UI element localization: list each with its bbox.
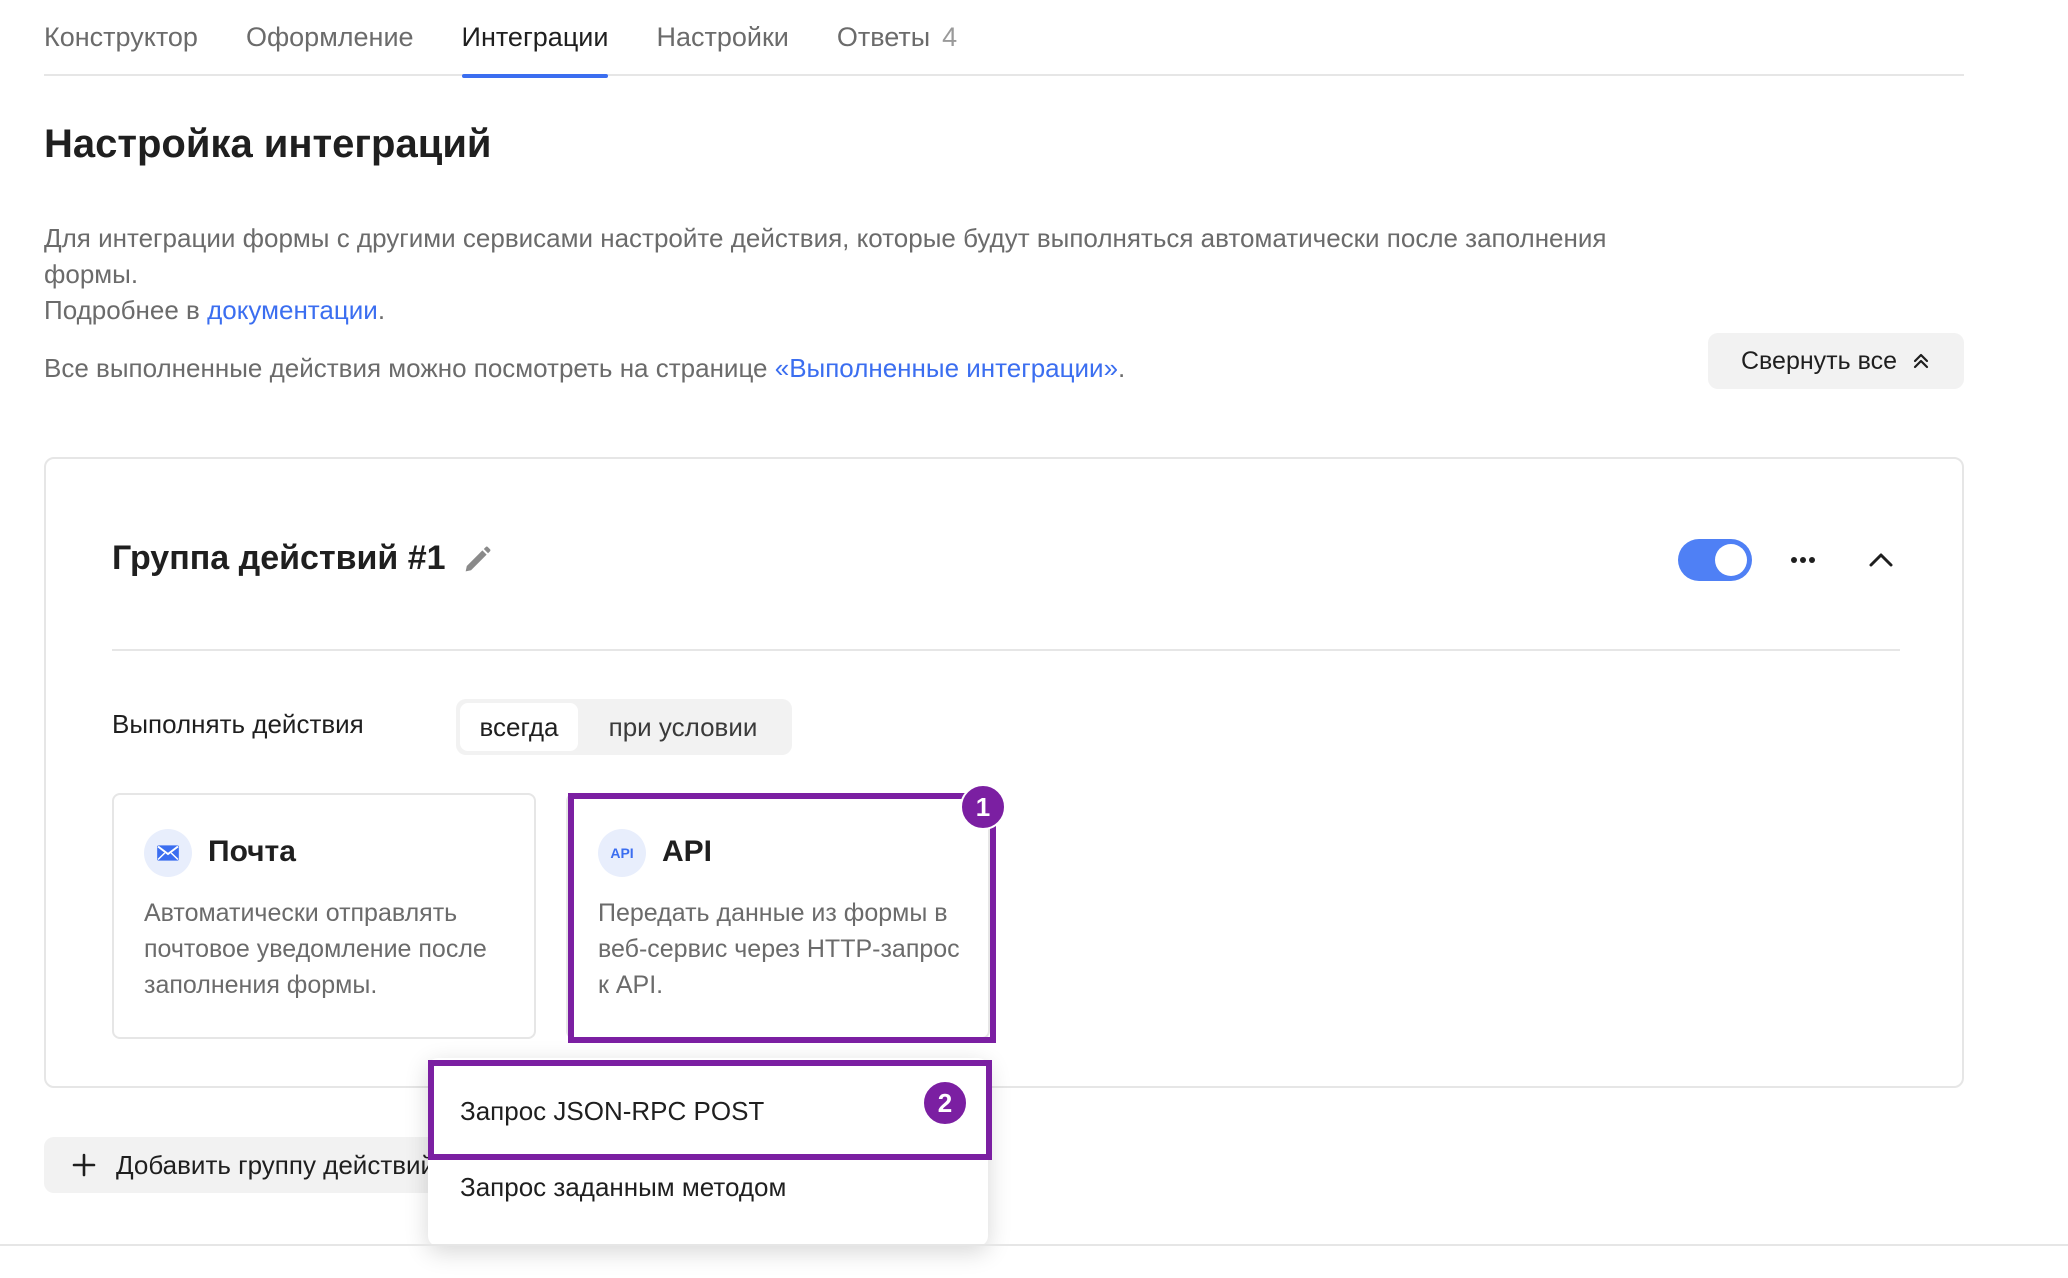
group-divider xyxy=(112,649,1900,651)
action-card-title: Почта xyxy=(208,835,296,868)
documentation-prefix: Подробнее в xyxy=(44,295,208,325)
action-group-card: Группа действий #1 Выполнять действия вс… xyxy=(44,457,1964,1088)
executed-suffix: . xyxy=(1118,353,1126,383)
action-card-mail[interactable]: Почта Автоматически отправлять почтовое … xyxy=(112,793,536,1039)
integrations-page: Конструктор Оформление Интеграции Настро… xyxy=(0,0,2068,1278)
run-mode-always[interactable]: всегда xyxy=(460,703,578,751)
add-group-label: Добавить группу действий xyxy=(116,1149,436,1180)
executed-integrations-line: Все выполненные действия можно посмотрет… xyxy=(44,350,1664,386)
description-text: Для интеграции формы с другими сервисами… xyxy=(44,223,1607,289)
menu-item-custom-method[interactable]: Запрос заданным методом xyxy=(460,1172,786,1203)
tab-settings[interactable]: Настройки xyxy=(656,0,788,76)
tab-responses[interactable]: Ответы 4 xyxy=(837,0,957,76)
group-enabled-toggle[interactable] xyxy=(1678,539,1752,581)
highlight-json-rpc-item xyxy=(428,1060,992,1160)
toggle-knob xyxy=(1715,544,1747,576)
more-dots-icon[interactable] xyxy=(1786,543,1820,577)
add-group-button[interactable]: Добавить группу действий xyxy=(44,1137,464,1193)
chevron-up-icon[interactable] xyxy=(1864,543,1898,577)
documentation-link[interactable]: документации xyxy=(207,295,378,325)
run-mode-switch: всегда при условии xyxy=(456,699,792,755)
documentation-suffix: . xyxy=(377,295,386,325)
plus-icon xyxy=(72,1153,96,1177)
documentation-line: Подробнее в документации. xyxy=(44,292,1664,328)
collapse-all-label: Свернуть все xyxy=(1741,346,1897,375)
run-mode-conditional[interactable]: при условии xyxy=(578,703,788,751)
action-card-description: Автоматически отправлять почтовое уведом… xyxy=(144,899,487,999)
group-title: Группа действий #1 xyxy=(112,539,446,577)
executed-integrations-link[interactable]: «Выполненные интеграции» xyxy=(775,353,1118,383)
step-badge-2: 2 xyxy=(922,1080,968,1126)
pencil-icon[interactable] xyxy=(460,543,494,577)
page-title: Настройка интеграций xyxy=(44,122,492,166)
page-description: Для интеграции формы с другими сервисами… xyxy=(44,220,1664,328)
footer-divider xyxy=(0,1244,2068,1246)
tab-design[interactable]: Оформление xyxy=(246,0,414,76)
highlight-api-card xyxy=(568,793,996,1043)
step-badge-1: 1 xyxy=(960,784,1006,830)
executed-prefix: Все выполненные действия можно посмотрет… xyxy=(44,353,775,383)
tab-integrations[interactable]: Интеграции xyxy=(461,0,608,78)
responses-count-badge: 4 xyxy=(942,22,958,52)
tab-constructor[interactable]: Конструктор xyxy=(44,0,198,76)
double-chevron-up-icon xyxy=(1913,353,1929,369)
run-actions-label: Выполнять действия xyxy=(112,709,364,739)
mail-icon xyxy=(144,829,192,877)
envelope-icon xyxy=(157,845,179,861)
collapse-all-button[interactable]: Свернуть все xyxy=(1708,333,1964,389)
tab-bar: Конструктор Оформление Интеграции Настро… xyxy=(44,0,1964,78)
